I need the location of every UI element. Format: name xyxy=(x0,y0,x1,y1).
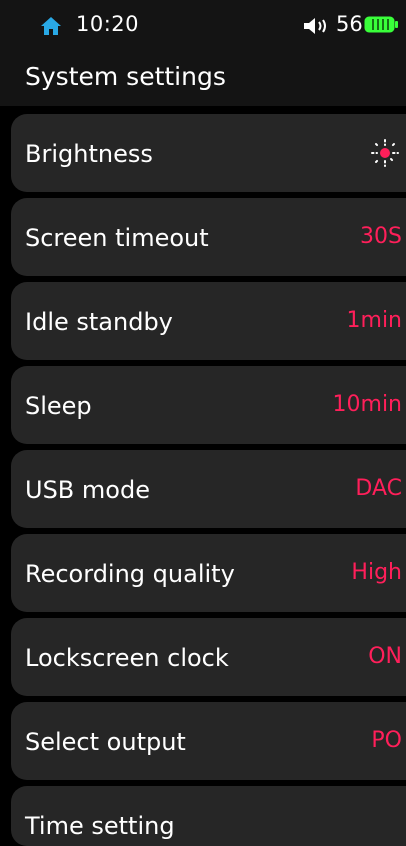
setting-value: High xyxy=(351,560,402,585)
speaker-icon xyxy=(304,18,326,34)
setting-value: 1min xyxy=(346,308,402,333)
setting-label: Brightness xyxy=(25,140,153,168)
setting-row-select-output[interactable]: Select output PO xyxy=(11,702,406,780)
setting-row-recording-quality[interactable]: Recording quality High xyxy=(11,534,406,612)
setting-value: ON xyxy=(368,644,402,669)
clock-time: 10:20 xyxy=(76,12,140,36)
page-header: System settings xyxy=(0,44,406,106)
setting-value: PO xyxy=(371,728,402,753)
setting-row-idle-standby[interactable]: Idle standby 1min xyxy=(11,282,406,360)
status-bar: 10:20 56 xyxy=(0,0,406,44)
page-title: System settings xyxy=(25,62,226,91)
setting-label: Idle standby xyxy=(25,308,173,336)
setting-label: USB mode xyxy=(25,476,150,504)
setting-label: Sleep xyxy=(25,392,92,420)
home-icon xyxy=(41,17,61,35)
setting-label: Recording quality xyxy=(25,560,235,588)
setting-label: Screen timeout xyxy=(25,224,209,252)
setting-row-screen-timeout[interactable]: Screen timeout 30S xyxy=(11,198,406,276)
battery-icon xyxy=(364,16,398,33)
setting-row-time-setting[interactable]: Time setting xyxy=(11,786,406,846)
volume-level: 56 xyxy=(336,12,363,36)
setting-label: Select output xyxy=(25,728,186,756)
sun-icon xyxy=(371,139,399,167)
setting-row-usb-mode[interactable]: USB mode DAC xyxy=(11,450,406,528)
setting-value: 10min xyxy=(332,392,402,417)
setting-label: Lockscreen clock xyxy=(25,644,229,672)
setting-row-brightness[interactable]: Brightness xyxy=(11,114,406,192)
setting-label: Time setting xyxy=(25,812,175,840)
setting-value: DAC xyxy=(355,476,402,501)
setting-row-lockscreen-clock[interactable]: Lockscreen clock ON xyxy=(11,618,406,696)
setting-row-sleep[interactable]: Sleep 10min xyxy=(11,366,406,444)
setting-value: 30S xyxy=(360,224,402,249)
